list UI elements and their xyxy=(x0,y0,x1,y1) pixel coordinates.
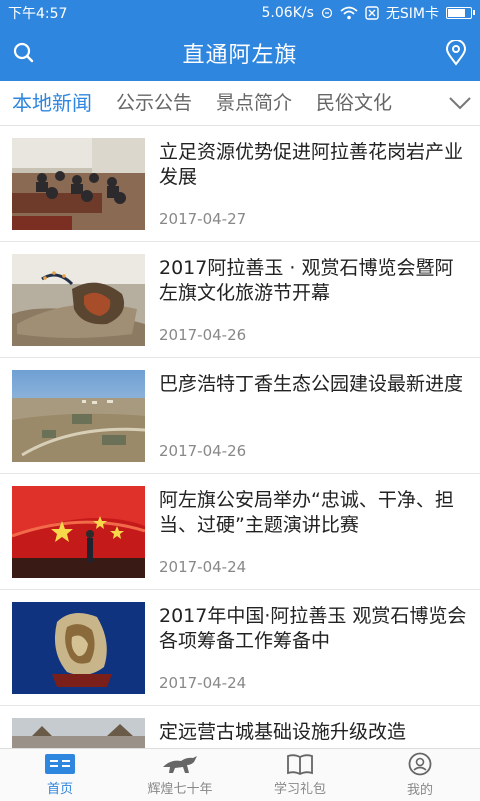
news-item[interactable]: 2017阿拉善玉 · 观赏石博览会暨阿左旗文化旅游节开幕 2017-04-26 xyxy=(0,242,480,358)
news-date: 2017-04-26 xyxy=(159,442,247,460)
book-icon xyxy=(287,754,313,775)
nav-study-pack[interactable]: 学习礼包 xyxy=(240,749,360,801)
sync-icon xyxy=(321,7,332,18)
news-info: 定远营古城基础设施升级改造 xyxy=(159,718,468,748)
nav-me-label: 我的 xyxy=(406,783,433,798)
network-speed: 5.06K/s xyxy=(261,4,314,21)
news-info: 立足资源优势促进阿拉善花岗岩产业发展 2017-04-27 xyxy=(159,138,468,241)
tab-announcements[interactable]: 公示公告 xyxy=(104,81,204,125)
news-item[interactable]: 立足资源优势促进阿拉善花岗岩产业发展 2017-04-27 xyxy=(0,126,480,242)
location-button[interactable] xyxy=(440,37,472,69)
search-icon xyxy=(13,42,34,63)
category-tabs: 本地新闻 公示公告 景点简介 民俗文化 xyxy=(0,81,480,126)
nav-seventy-years-label: 辉煌七十年 xyxy=(147,782,213,797)
nav-me[interactable]: 我的 xyxy=(360,749,480,801)
search-button[interactable] xyxy=(8,37,40,69)
nav-study-pack-label: 学习礼包 xyxy=(273,782,326,797)
tab-scenic-spots[interactable]: 景点简介 xyxy=(204,81,304,125)
tabs-scroll: 本地新闻 公示公告 景点简介 民俗文化 xyxy=(0,81,440,125)
news-info: 2017阿拉善玉 · 观赏石博览会暨阿左旗文化旅游节开幕 2017-04-26 xyxy=(159,254,468,357)
news-thumbnail-park xyxy=(12,370,145,462)
tab-local-news[interactable]: 本地新闻 xyxy=(0,81,104,125)
news-thumbnail-ancient-city xyxy=(12,718,145,748)
battery-icon xyxy=(446,6,475,19)
tab-folk-culture[interactable]: 民俗文化 xyxy=(304,81,404,125)
home-icon xyxy=(45,754,75,774)
news-item[interactable]: 巴彦浩特丁香生态公园建设最新进度 2017-04-26 xyxy=(0,358,480,474)
status-right: 5.06K/s 无SIM卡 xyxy=(261,3,475,23)
news-title: 2017阿拉善玉 · 观赏石博览会暨阿左旗文化旅游节开幕 xyxy=(159,257,454,304)
location-icon xyxy=(445,40,467,66)
news-thumbnail-meeting xyxy=(12,138,145,230)
news-date: 2017-04-26 xyxy=(159,326,247,344)
news-title: 阿左旗公安局举办“忠诚、干净、担当、过硬”主题演讲比赛 xyxy=(159,489,454,536)
nav-home-label: 首页 xyxy=(46,782,73,797)
news-item[interactable]: 阿左旗公安局举办“忠诚、干净、担当、过硬”主题演讲比赛 2017-04-24 xyxy=(0,474,480,590)
app-bar: 直通阿左旗 xyxy=(0,25,480,81)
news-info: 巴彦浩特丁香生态公园建设最新进度 2017-04-26 xyxy=(159,370,468,473)
news-date: 2017-04-27 xyxy=(159,210,247,228)
news-date: 2017-04-24 xyxy=(159,558,247,576)
bottom-nav: 首页 辉煌七十年 学习礼包 我的 xyxy=(0,748,480,801)
status-bar: 下午4:57 5.06K/s 无SIM卡 xyxy=(0,0,480,25)
news-item[interactable]: 2017年中国·阿拉善玉 观赏石博览会各项筹备工作筹备中 2017-04-24 xyxy=(0,590,480,706)
page-title: 直通阿左旗 xyxy=(182,43,298,68)
more-tabs-button[interactable] xyxy=(440,81,480,125)
nav-seventy-years[interactable]: 辉煌七十年 xyxy=(120,749,240,801)
user-icon xyxy=(408,752,432,776)
news-thumbnail-gemstone xyxy=(12,602,145,694)
news-date: 2017-04-24 xyxy=(159,674,247,692)
status-time: 下午4:57 xyxy=(8,5,68,22)
news-thumbnail-speech xyxy=(12,486,145,578)
news-item[interactable]: 定远营古城基础设施升级改造 xyxy=(0,706,480,748)
news-title: 2017年中国·阿拉善玉 观赏石博览会各项筹备工作筹备中 xyxy=(159,605,467,652)
sim-status: 无SIM卡 xyxy=(385,5,439,22)
nav-home[interactable]: 首页 xyxy=(0,749,120,801)
horse-icon xyxy=(163,756,197,773)
no-sim-icon xyxy=(365,5,379,20)
news-title: 立足资源优势促进阿拉善花岗岩产业发展 xyxy=(159,141,464,188)
news-info: 2017年中国·阿拉善玉 观赏石博览会各项筹备工作筹备中 2017-04-24 xyxy=(159,602,468,705)
wifi-icon xyxy=(340,6,358,19)
news-info: 阿左旗公安局举办“忠诚、干净、担当、过硬”主题演讲比赛 2017-04-24 xyxy=(159,486,468,589)
news-title: 定远营古城基础设施升级改造 xyxy=(159,721,407,743)
chevron-down-icon xyxy=(449,97,471,110)
news-list: 立足资源优势促进阿拉善花岗岩产业发展 2017-04-27 2017阿拉善玉 ·… xyxy=(0,126,480,748)
news-thumbnail-stone xyxy=(12,254,145,346)
news-title: 巴彦浩特丁香生态公园建设最新进度 xyxy=(159,373,464,395)
